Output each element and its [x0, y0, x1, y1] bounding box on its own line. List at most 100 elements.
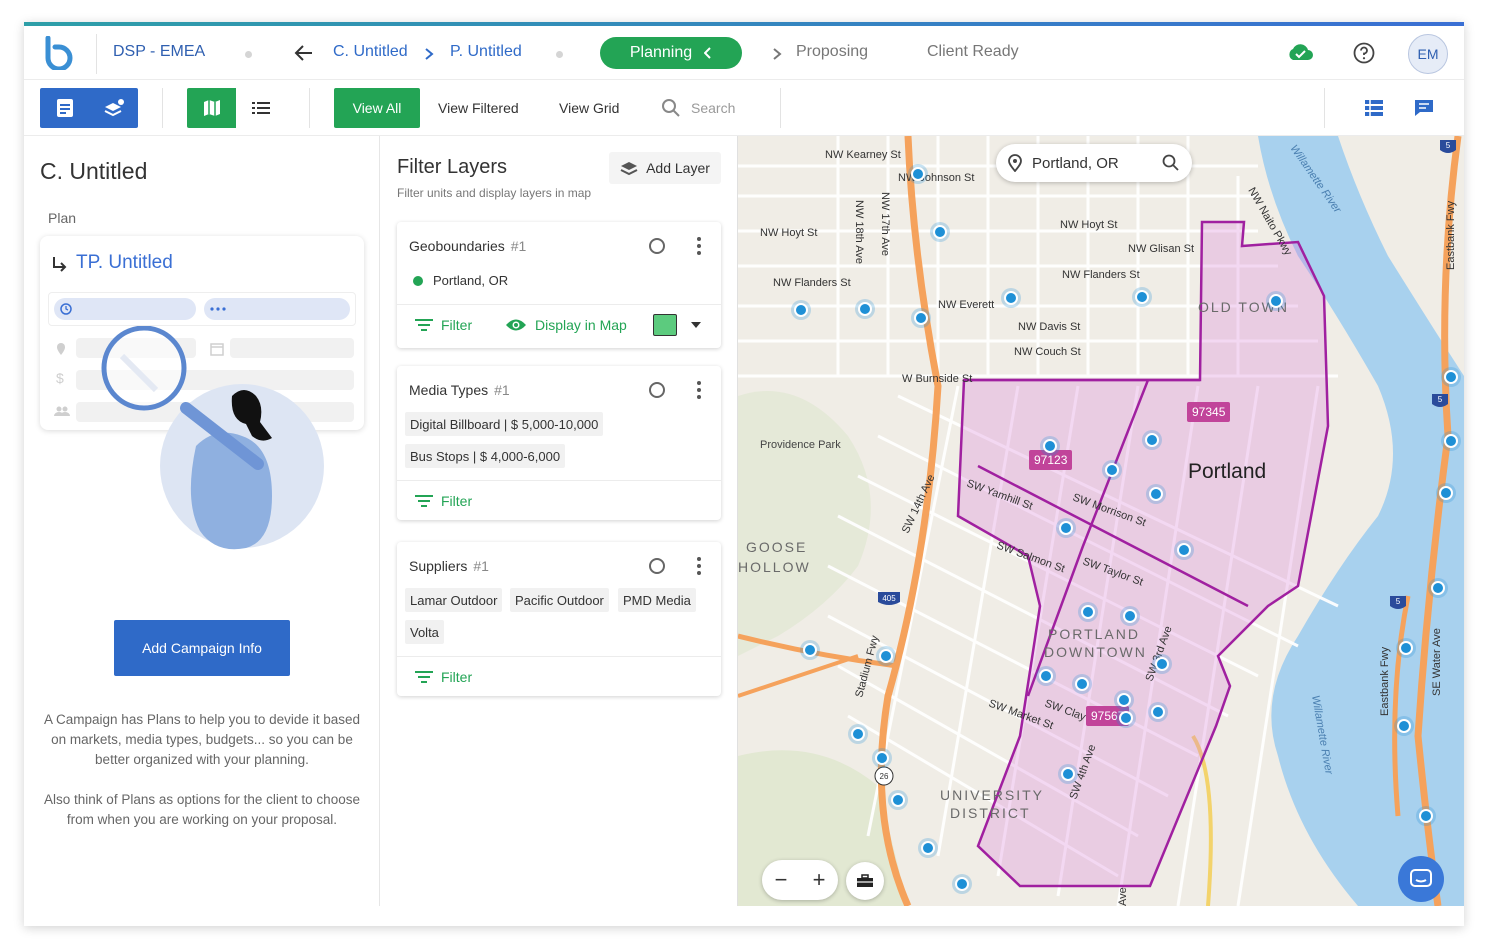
unit-marker[interactable]	[911, 167, 925, 181]
add-layer-button[interactable]: Add Layer	[609, 152, 721, 184]
unit-marker[interactable]	[1043, 439, 1057, 453]
unit-marker[interactable]	[921, 841, 935, 855]
suppliers-filter-link[interactable]: Filter	[415, 669, 472, 685]
unit-marker[interactable]	[1061, 767, 1075, 781]
layers-edit-button[interactable]	[89, 88, 138, 128]
unit-marker[interactable]	[933, 225, 947, 239]
supplier-chip[interactable]: Volta	[405, 620, 444, 644]
caret-down-icon[interactable]	[691, 322, 701, 328]
unit-marker[interactable]	[1123, 609, 1137, 623]
unit-marker[interactable]	[803, 643, 817, 657]
media-type-chip[interactable]: Digital Billboard | $ 5,000-10,000	[405, 412, 604, 436]
unit-marker[interactable]	[914, 311, 928, 325]
filter-layers-panel: Filter Layers Filter units and display l…	[381, 136, 738, 906]
unit-marker[interactable]	[875, 751, 889, 765]
unit-marker[interactable]	[1075, 677, 1089, 691]
divider	[397, 480, 721, 481]
unit-marker[interactable]	[1149, 487, 1163, 501]
status-dot	[413, 276, 423, 286]
stage-proposing[interactable]: Proposing	[796, 43, 868, 61]
unit-marker[interactable]	[1439, 486, 1453, 500]
chevron-left-icon	[704, 47, 711, 59]
geoboundaries-radio[interactable]	[649, 238, 665, 254]
back-arrow-icon[interactable]	[294, 44, 314, 62]
svg-text:UNIVERSITY: UNIVERSITY	[940, 787, 1044, 803]
unit-marker[interactable]	[1145, 433, 1159, 447]
app-logo-icon[interactable]	[42, 36, 76, 70]
details-view-button[interactable]	[40, 88, 89, 128]
people-icon	[54, 406, 70, 416]
unit-marker[interactable]	[1151, 705, 1165, 719]
unit-marker[interactable]	[1155, 657, 1169, 671]
unit-marker[interactable]	[1444, 370, 1458, 384]
list-view-button[interactable]	[236, 88, 285, 128]
breadcrumb-plan[interactable]: P. Untitled	[450, 43, 522, 61]
geoboundaries-filter-link[interactable]: Filter	[415, 317, 472, 333]
unit-marker[interactable]	[891, 793, 905, 807]
unit-marker[interactable]	[879, 649, 893, 663]
media-type-chip[interactable]: Bus Stops | $ 4,000-6,000	[405, 444, 566, 468]
unit-marker[interactable]	[1419, 809, 1433, 823]
unit-marker[interactable]	[1039, 669, 1053, 683]
unit-marker[interactable]	[851, 727, 865, 741]
plan-name[interactable]: TP. Untitled	[76, 252, 173, 274]
unit-marker[interactable]	[1135, 290, 1149, 304]
progress-pill	[54, 298, 196, 320]
unit-marker[interactable]	[1177, 543, 1191, 557]
media-types-card: Media Types #1 Digital Billboard | $ 5,00…	[397, 366, 721, 520]
unit-marker[interactable]	[1081, 605, 1095, 619]
map-view-button[interactable]	[187, 88, 236, 128]
unit-marker[interactable]	[1399, 641, 1413, 655]
map-location-search[interactable]: Portland, OR	[996, 144, 1192, 182]
more-options-icon[interactable]	[697, 237, 701, 255]
unit-marker[interactable]	[1431, 581, 1445, 595]
unit-marker[interactable]	[1059, 521, 1073, 535]
supplier-chip[interactable]: Lamar Outdoor	[405, 588, 503, 612]
table-view-icon[interactable]	[1365, 100, 1383, 116]
unit-marker[interactable]	[1397, 719, 1411, 733]
more-options-icon[interactable]	[697, 381, 701, 399]
supplier-chip[interactable]: Pacific Outdoor	[510, 588, 609, 612]
support-chat-button[interactable]	[1398, 856, 1444, 902]
suppliers-radio[interactable]	[649, 558, 665, 574]
zoom-in-button[interactable]: +	[813, 867, 826, 893]
svg-text:Portland: Portland	[1188, 460, 1266, 483]
stage-planning-button[interactable]: Planning	[600, 37, 742, 69]
org-switcher[interactable]: DSP - EMEA	[113, 43, 205, 61]
zip-badge[interactable]: 97345	[1187, 402, 1231, 422]
svg-text:NW Flanders St: NW Flanders St	[1062, 269, 1140, 281]
unit-marker[interactable]	[1117, 693, 1131, 707]
search-input[interactable]: Search	[691, 100, 735, 116]
unit-marker[interactable]	[794, 303, 808, 317]
zip-badge[interactable]: 97123	[1029, 450, 1073, 470]
breadcrumb-campaign[interactable]: C. Untitled	[333, 43, 408, 61]
stage-client-ready[interactable]: Client Ready	[927, 43, 1019, 61]
search-icon[interactable]	[1162, 154, 1180, 172]
unit-marker[interactable]	[1119, 711, 1133, 725]
view-all-button[interactable]: View All	[334, 88, 420, 128]
layers-icon	[620, 162, 638, 176]
map-canvas[interactable]: NW Kearney St NW Johnson St NW Hoyt St N…	[738, 136, 1464, 906]
unit-marker[interactable]	[1269, 294, 1283, 308]
display-in-map-toggle[interactable]: Display in Map	[505, 317, 627, 333]
supplier-chip[interactable]: PMD Media	[618, 588, 696, 612]
more-options-icon[interactable]	[697, 557, 701, 575]
media-types-radio[interactable]	[649, 382, 665, 398]
unit-marker[interactable]	[1444, 434, 1458, 448]
view-grid-button[interactable]: View Grid	[559, 100, 619, 116]
unit-marker[interactable]	[1004, 291, 1018, 305]
unit-marker[interactable]	[1105, 463, 1119, 477]
media-types-filter-link[interactable]: Filter	[415, 493, 472, 509]
svg-text:NW 17th Ave: NW 17th Ave	[879, 192, 891, 256]
layer-color-swatch[interactable]	[653, 314, 677, 336]
view-filtered-button[interactable]: View Filtered	[438, 100, 519, 116]
comments-icon[interactable]	[1414, 99, 1434, 117]
zoom-out-button[interactable]: −	[775, 867, 788, 893]
help-icon[interactable]	[1353, 42, 1375, 64]
add-campaign-info-button[interactable]: Add Campaign Info	[114, 620, 290, 676]
user-avatar[interactable]: EM	[1408, 34, 1448, 74]
unit-marker[interactable]	[858, 302, 872, 316]
map-tools-button[interactable]	[846, 862, 884, 900]
cloud-check-icon[interactable]	[1286, 42, 1314, 62]
unit-marker[interactable]	[955, 877, 969, 891]
